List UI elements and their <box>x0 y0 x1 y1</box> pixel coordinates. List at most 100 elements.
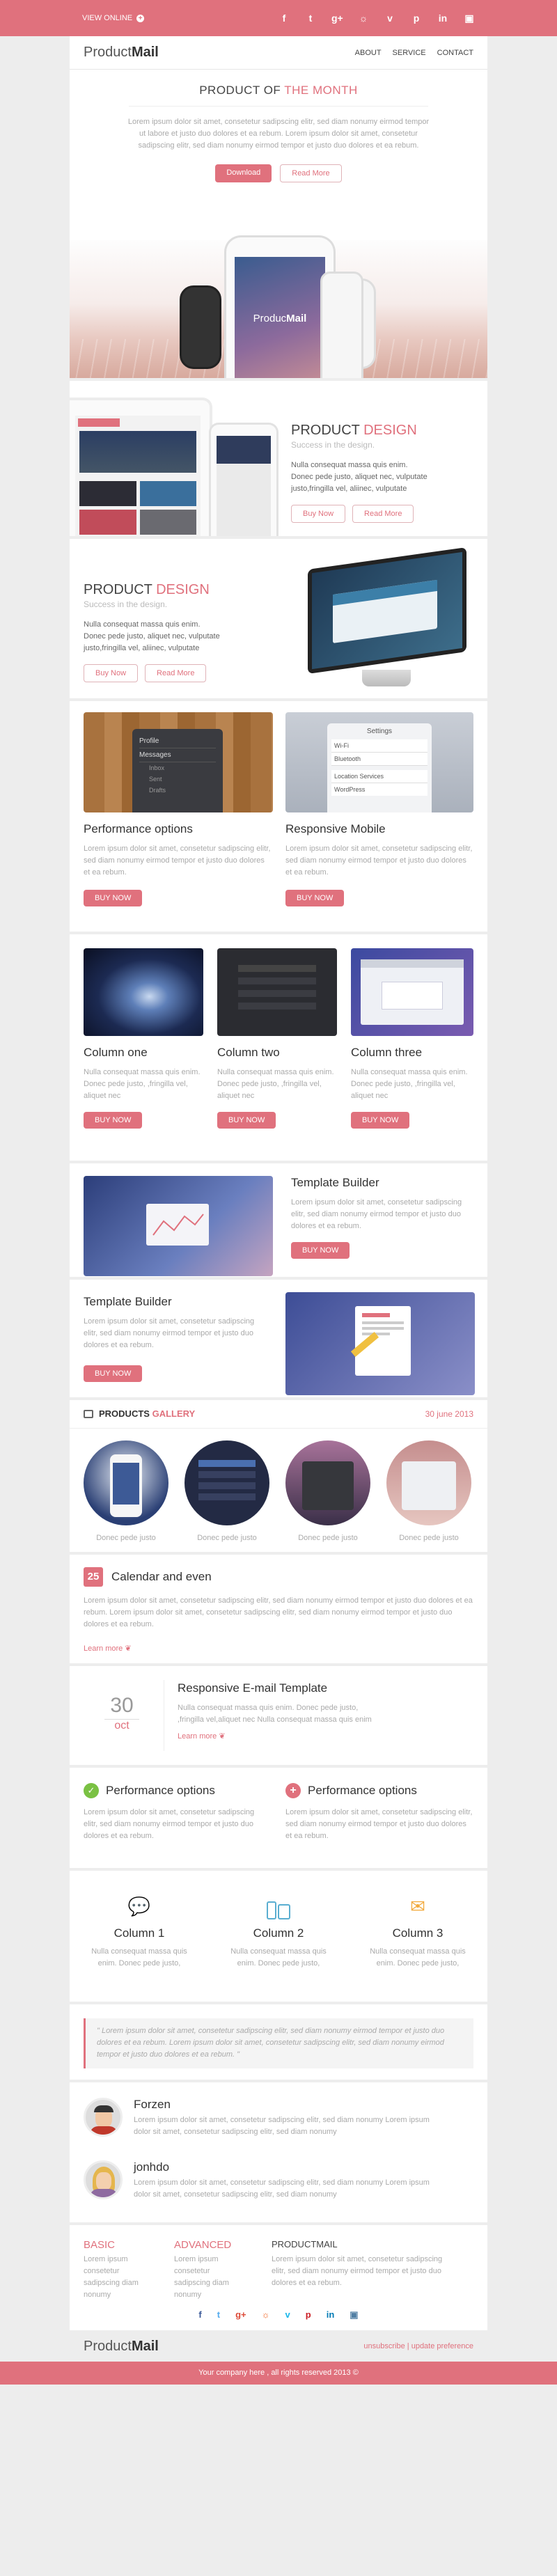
basic-text: Lorem ipsum consetetur sadipscing diam n… <box>84 2255 139 2299</box>
perf1-text: Lorem ipsum dolor sit amet, consetetur s… <box>84 1808 255 1840</box>
design2-subtitle: Success in the design. <box>84 599 168 609</box>
col-one-buy-button[interactable]: BUY NOW <box>84 1112 143 1129</box>
gallery-item[interactable]: Donec pede justo <box>285 1440 370 1544</box>
nav-service[interactable]: SERVICE <box>393 49 426 57</box>
footer-social-icons: f t g+ ☼ v p in ▣ <box>70 2309 487 2320</box>
vimeo-icon[interactable]: v <box>384 13 395 24</box>
perf-buy-button[interactable]: BUY NOW <box>84 890 143 906</box>
col-three-buy-button[interactable]: BUY NOW <box>351 1112 410 1129</box>
unsubscribe-link[interactable]: unsubscribe <box>363 2342 405 2350</box>
gallery-item[interactable]: Donec pede justo <box>84 1440 168 1544</box>
hero-section: PRODUCT OF THE MONTH Lorem ipsum dolor s… <box>70 70 487 381</box>
rss-icon[interactable]: ☼ <box>358 13 369 24</box>
social-icons: f t g+ ☼ v p in ▣ <box>278 13 475 24</box>
design1-read-button[interactable]: Read More <box>352 505 414 523</box>
mobile-devices-icon <box>223 1896 334 1919</box>
hero-text: Lorem ipsum dolor sit amet, consetetur s… <box>127 118 430 150</box>
design1-buy-button[interactable]: Buy Now <box>291 505 346 523</box>
twitter-icon[interactable]: t <box>217 2309 220 2320</box>
gallery-item[interactable]: Donec pede justo <box>386 1440 471 1544</box>
testimonial-name: Forzen <box>134 2098 171 2111</box>
nav-about[interactable]: ABOUT <box>355 49 382 57</box>
tablet-image <box>70 398 212 536</box>
plus-icon: + <box>136 14 145 22</box>
google-plus-icon[interactable]: g+ <box>235 2309 246 2320</box>
icon-col3-title: Column 3 <box>392 1926 444 1940</box>
quote-text: " Lorem ipsum dolor sit amet, consetetur… <box>97 2027 445 2059</box>
copyright-bar: Your company here , all rights reserved … <box>0 2362 557 2385</box>
update-preference-link[interactable]: update preference <box>411 2342 473 2350</box>
google-plus-icon[interactable]: g+ <box>331 13 343 24</box>
mobile-col-title: Responsive Mobile <box>285 822 386 835</box>
builder1-title: Template Builder <box>291 1176 379 1189</box>
testimonials-section: Forzen Lorem ipsum dolor sit amet, conse… <box>70 2082 487 2225</box>
instagram-icon[interactable]: ▣ <box>464 13 475 24</box>
mobile-buy-button[interactable]: BUY NOW <box>285 890 345 906</box>
col-three-title: Column three <box>351 1046 423 1059</box>
icon-col3-text: Nulla consequat massa quis enim. Donec p… <box>370 1947 466 1968</box>
calendar-title: Calendar and even <box>111 1570 212 1583</box>
instagram-icon[interactable]: ▣ <box>350 2309 358 2320</box>
perf2-text: Lorem ipsum dolor sit amet, consetetur s… <box>285 1808 473 1840</box>
builder1-buy-button[interactable]: BUY NOW <box>291 1242 350 1259</box>
facebook-icon[interactable]: f <box>198 2309 201 2320</box>
event-date: 30 oct <box>104 1694 139 1732</box>
monitor-stand <box>362 670 411 686</box>
calendar-text: Lorem ipsum dolor sit amet, consetetur s… <box>84 1596 473 1628</box>
basic-title: BASIC <box>84 2239 116 2251</box>
envelope-icon: ✉ <box>410 1896 425 1917</box>
calendar-learn-more-link[interactable]: Learn more ❦ <box>84 1644 132 1653</box>
view-online-link[interactable]: VIEW ONLINE + <box>82 14 145 22</box>
plus-circle-icon: + <box>285 1783 301 1798</box>
linkedin-icon[interactable]: in <box>437 13 448 24</box>
avatar <box>84 2098 123 2137</box>
pinterest-icon[interactable]: p <box>306 2309 311 2320</box>
event-section: 30 oct Responsive E-mail Template Nulla … <box>70 1666 487 1768</box>
template-builder-section-1: Template Builder Lorem ipsum dolor sit a… <box>70 1163 487 1280</box>
calendar-section: 25 Calendar and even Lorem ipsum dolor s… <box>70 1555 487 1666</box>
footer-logo[interactable]: ProductMail <box>84 2339 159 2355</box>
testimonial-text: Lorem ipsum dolor sit amet, consetetur s… <box>134 2116 430 2136</box>
mobile-col-text: Lorem ipsum dolor sit amet, consetetur s… <box>285 845 473 877</box>
phone-back-left <box>180 285 221 369</box>
icon-col1-text: Nulla consequat massa quis enim. Donec p… <box>91 1947 187 1968</box>
settings-image: Settings Wi-Fi Bluetooth Location Servic… <box>285 712 473 812</box>
design2-buy-button[interactable]: Buy Now <box>84 664 139 682</box>
col-one-text: Nulla consequat massa quis enim. Donec p… <box>84 1068 201 1100</box>
pinterest-icon[interactable]: p <box>411 13 422 24</box>
monitor-image <box>308 547 466 675</box>
design2-read-button[interactable]: Read More <box>145 664 207 682</box>
advanced-text: Lorem ipsum consetetur sadipscing diam n… <box>174 2255 229 2299</box>
email-body: ProductMail ABOUT SERVICE CONTACT PRODUC… <box>70 36 487 2331</box>
phone-right <box>320 272 363 378</box>
col-three-text: Nulla consequat massa quis enim. Donec p… <box>351 1068 468 1100</box>
wood-menu-image: Profile Messages Inbox Sent Drafts <box>84 712 273 812</box>
builder2-text: Lorem ipsum dolor sit amet, consetetur s… <box>84 1317 255 1349</box>
dark-list-image <box>217 948 337 1036</box>
gallery-item[interactable]: Donec pede justo <box>185 1440 269 1544</box>
logo[interactable]: ProductMail <box>84 45 159 61</box>
testimonial-name: jonhdo <box>134 2160 170 2174</box>
perf2-title: Performance options <box>308 1784 417 1797</box>
col-two-buy-button[interactable]: BUY NOW <box>217 1112 276 1129</box>
col-two-title: Column two <box>217 1046 280 1059</box>
linkedin-icon[interactable]: in <box>327 2309 335 2320</box>
builder2-buy-button[interactable]: BUY NOW <box>84 1365 143 1382</box>
top-bar: VIEW ONLINE + f t g+ ☼ v p in ▣ <box>0 0 557 36</box>
vimeo-icon[interactable]: v <box>285 2309 290 2320</box>
productmail-title: PRODUCTMAIL <box>272 2239 338 2249</box>
product-design-section-1: PRODUCT DESIGN Success in the design. Nu… <box>70 381 487 539</box>
download-button[interactable]: Download <box>215 164 272 182</box>
twitter-icon[interactable]: t <box>305 13 316 24</box>
quote-section: " Lorem ipsum dolor sit amet, consetetur… <box>70 2004 487 2082</box>
product-design-section-2: PRODUCT DESIGN Success in the design. Nu… <box>70 539 487 701</box>
facebook-icon[interactable]: f <box>278 13 290 24</box>
builder-chart-image <box>84 1176 273 1276</box>
header-nav: ProductMail ABOUT SERVICE CONTACT <box>70 36 487 70</box>
read-more-button[interactable]: Read More <box>280 164 342 182</box>
avatar <box>84 2160 123 2199</box>
event-learn-more-link[interactable]: Learn more ❦ <box>178 1731 470 1741</box>
builder-document-image <box>285 1292 475 1395</box>
rss-icon[interactable]: ☼ <box>262 2309 270 2320</box>
nav-contact[interactable]: CONTACT <box>437 49 473 57</box>
